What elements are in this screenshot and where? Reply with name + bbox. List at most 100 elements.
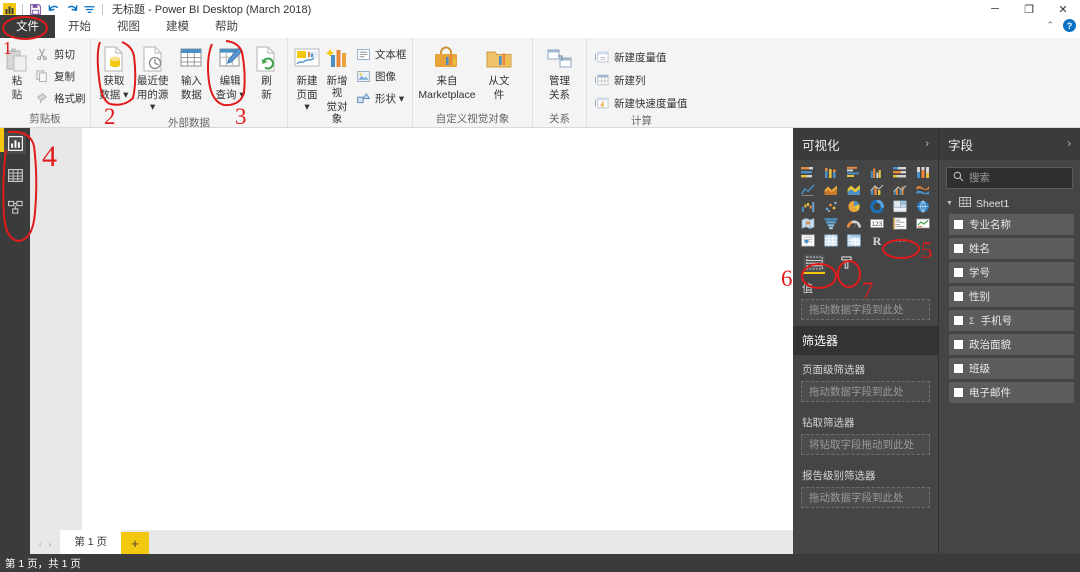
line-clustered-column-chart-icon[interactable] xyxy=(890,182,911,197)
window-controls[interactable]: ─ ❐ ✕ xyxy=(978,0,1080,18)
shapes-button[interactable]: 形状 ▾ xyxy=(352,88,412,108)
field-checkbox[interactable] xyxy=(954,316,963,325)
tab-modeling[interactable]: 建模 xyxy=(153,15,202,38)
visualization-types-grid[interactable]: 123 R xyxy=(793,160,938,250)
add-page-button[interactable]: + xyxy=(121,532,150,554)
new-measure-button[interactable]: 新建度量值 xyxy=(591,47,693,67)
field-item-4[interactable]: Σ 手机号 xyxy=(949,310,1074,331)
values-dropzone[interactable]: 拖动数据字段到此处 xyxy=(801,299,930,320)
recent-sources-button[interactable]: 最近使 用的源 ▾ xyxy=(134,41,172,115)
stacked-bar-chart-icon[interactable] xyxy=(797,165,818,180)
report-view-icon[interactable] xyxy=(4,132,26,154)
collapse-ribbon-icon[interactable]: ⌃ xyxy=(1046,20,1054,31)
text-box-button[interactable]: 文本框 xyxy=(352,44,412,64)
data-view-icon[interactable] xyxy=(4,164,26,186)
more-visuals-icon[interactable] xyxy=(890,233,911,248)
new-column-button[interactable]: 新建列 xyxy=(591,70,693,90)
fields-collapse-icon[interactable]: › xyxy=(1067,138,1071,150)
new-page-button[interactable]: 新建 页面 ▾ xyxy=(292,41,322,115)
field-checkbox[interactable] xyxy=(954,340,963,349)
left-rail-views[interactable] xyxy=(0,128,30,240)
line-stacked-column-chart-icon[interactable] xyxy=(866,182,887,197)
clustered-bar-chart-icon[interactable] xyxy=(843,165,864,180)
donut-chart-icon[interactable] xyxy=(866,199,887,214)
manage-relationships-button[interactable]: 管理 关系 xyxy=(537,41,582,103)
scatter-chart-icon[interactable] xyxy=(820,199,841,214)
ribbon-chart-icon[interactable] xyxy=(913,182,934,197)
field-checkbox[interactable] xyxy=(954,220,963,229)
slicer-icon[interactable] xyxy=(797,233,818,248)
new-quick-measure-button[interactable]: 新建快速度量值 xyxy=(591,93,693,113)
page-tab-1[interactable]: 第 1 页 xyxy=(60,530,122,554)
refresh-button[interactable]: 刷 新 xyxy=(250,41,283,103)
tab-home[interactable]: 开始 xyxy=(55,15,104,38)
field-item-3[interactable]: 性别 xyxy=(949,286,1074,307)
from-file-button[interactable]: 从文 件 xyxy=(478,41,520,103)
visualization-pane-modes[interactable] xyxy=(793,250,938,274)
maximize-button[interactable]: ❐ xyxy=(1012,0,1046,18)
cut-button[interactable]: 剪切 xyxy=(31,44,91,64)
map-icon[interactable] xyxy=(913,199,934,214)
field-item-0[interactable]: 专业名称 xyxy=(949,214,1074,235)
multi-row-card-icon[interactable] xyxy=(890,216,911,231)
field-checkbox[interactable] xyxy=(954,244,963,253)
waterfall-chart-icon[interactable] xyxy=(797,199,818,214)
field-item-1[interactable]: 姓名 xyxy=(949,238,1074,259)
get-data-button[interactable]: 获取 数据 ▾ xyxy=(95,41,133,103)
line-chart-icon[interactable] xyxy=(797,182,818,197)
card-icon[interactable]: 123 xyxy=(866,216,887,231)
filled-map-icon[interactable] xyxy=(797,216,818,231)
from-marketplace-button[interactable]: 来自 Marketplace xyxy=(417,41,477,103)
fields-pane-icon[interactable] xyxy=(803,254,825,274)
enter-data-button[interactable]: 输入 数据 xyxy=(172,41,210,103)
table-icon[interactable] xyxy=(820,233,841,248)
report-level-filters-dropzone[interactable]: 拖动数据字段到此处 xyxy=(801,487,930,508)
r-script-visual-icon[interactable]: R xyxy=(866,233,887,248)
kpi-icon[interactable] xyxy=(913,216,934,231)
page-nav-arrows[interactable]: ‹ › xyxy=(30,540,60,554)
help-icon[interactable]: ? xyxy=(1063,19,1076,32)
format-painter-button[interactable]: 格式刷 xyxy=(31,88,91,108)
gauge-icon[interactable] xyxy=(843,216,864,231)
100-stacked-column-chart-icon[interactable] xyxy=(913,165,934,180)
fields-search[interactable] xyxy=(946,167,1073,189)
area-chart-icon[interactable] xyxy=(820,182,841,197)
close-button[interactable]: ✕ xyxy=(1046,0,1080,18)
treemap-icon[interactable] xyxy=(890,199,911,214)
search-input[interactable] xyxy=(969,172,1066,184)
field-checkbox[interactable] xyxy=(954,388,963,397)
model-view-icon[interactable] xyxy=(4,196,26,218)
tab-help[interactable]: 帮助 xyxy=(202,15,251,38)
field-item-7[interactable]: 电子邮件 xyxy=(949,382,1074,403)
edit-queries-button[interactable]: 编辑 查询 ▾ xyxy=(211,41,249,103)
field-item-6[interactable]: 班级 xyxy=(949,358,1074,379)
copy-button[interactable]: 复制 xyxy=(31,66,91,86)
funnel-icon[interactable] xyxy=(820,216,841,231)
format-paintroller-icon[interactable] xyxy=(835,254,857,274)
clustered-column-chart-icon[interactable] xyxy=(866,165,887,180)
field-checkbox[interactable] xyxy=(954,268,963,277)
field-item-5[interactable]: 政治面貌 xyxy=(949,334,1074,355)
field-item-2[interactable]: 学号 xyxy=(949,262,1074,283)
tab-file[interactable]: 文件 xyxy=(0,15,55,38)
next-page-icon[interactable]: › xyxy=(49,540,52,549)
matrix-icon[interactable] xyxy=(843,233,864,248)
chevron-down-icon[interactable]: ▼ xyxy=(946,200,954,207)
field-checkbox[interactable] xyxy=(954,292,963,301)
paste-button[interactable]: 粘 贴 xyxy=(4,41,30,103)
field-checkbox[interactable] xyxy=(954,364,963,373)
drillthrough-filters-dropzone[interactable]: 将钻取字段拖动到此处 xyxy=(801,434,930,455)
visualizations-collapse-icon[interactable]: › xyxy=(925,138,929,150)
prev-page-icon[interactable]: ‹ xyxy=(39,540,42,549)
new-visual-button[interactable]: 新增视 觉对象 xyxy=(323,41,351,127)
tab-view[interactable]: 视图 xyxy=(104,15,153,38)
image-button[interactable]: 图像 xyxy=(352,66,412,86)
tab-strip-right[interactable]: ⌃ ? xyxy=(1046,19,1076,32)
ribbon-tabs[interactable]: 文件 开始 视图 建模 帮助 ⌃ ? xyxy=(0,15,1080,38)
100-stacked-bar-chart-icon[interactable] xyxy=(890,165,911,180)
pie-chart-icon[interactable] xyxy=(843,199,864,214)
page-level-filters-dropzone[interactable]: 拖动数据字段到此处 xyxy=(801,381,930,402)
stacked-column-chart-icon[interactable] xyxy=(820,165,841,180)
stacked-area-chart-icon[interactable] xyxy=(843,182,864,197)
fields-table-sheet1[interactable]: ▼ Sheet1 xyxy=(939,193,1080,214)
